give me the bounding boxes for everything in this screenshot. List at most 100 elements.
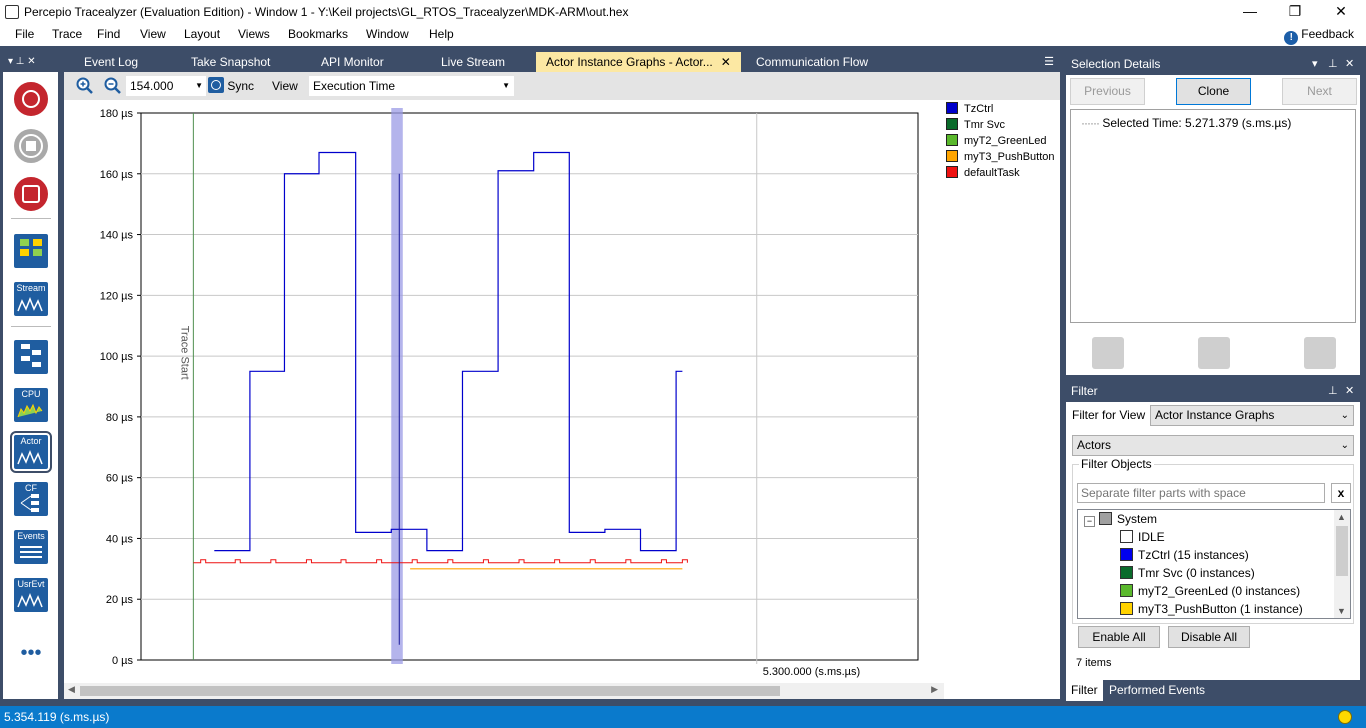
item-count: 7 items <box>1076 657 1112 669</box>
snapshot-button[interactable] <box>14 177 48 211</box>
filter-checkbox[interactable] <box>1120 584 1133 597</box>
object-list-scrollbar[interactable]: ▲ ▼ <box>1334 510 1350 618</box>
record-button[interactable] <box>14 82 48 116</box>
filter-object-item[interactable]: myT2_GreenLed (0 instances) <box>1120 582 1300 600</box>
filter-kind-select[interactable]: Actors ⌄ <box>1072 435 1354 456</box>
tree-item-label: System <box>1117 512 1158 526</box>
filter-checkbox[interactable] <box>1120 602 1133 615</box>
menu-help[interactable]: Help <box>429 27 454 41</box>
stop-button[interactable] <box>14 129 48 163</box>
tab-api-monitor[interactable]: API Monitor <box>311 52 394 72</box>
cf-tile[interactable]: CF <box>14 482 48 516</box>
filter-search-input[interactable] <box>1077 483 1325 503</box>
y-tick-label: 100 µs <box>100 351 134 363</box>
menu-views[interactable]: Views <box>238 27 270 41</box>
previous-button[interactable]: Previous <box>1070 78 1145 105</box>
filter-object-item[interactable]: Tmr Svc (0 instances) <box>1120 564 1255 582</box>
events-disabled-icon[interactable] <box>1304 337 1336 369</box>
trace-view-tile[interactable] <box>14 234 48 268</box>
pin-icon[interactable]: ⊥ <box>1328 53 1338 75</box>
actor-tile[interactable]: Actor <box>10 431 52 473</box>
zoom-out-icon[interactable] <box>104 77 122 95</box>
camera-icon <box>22 185 40 203</box>
zoom-in-icon[interactable] <box>76 77 94 95</box>
enable-all-button[interactable]: Enable All <box>1078 626 1160 648</box>
chart-legend: TzCtrl Tmr Svc myT2_GreenLed myT3_PushButto… <box>944 102 1060 182</box>
close-button[interactable]: ✕ <box>1318 0 1364 24</box>
flow-disabled-icon[interactable] <box>1092 337 1124 369</box>
disable-all-button[interactable]: Disable All <box>1168 626 1250 648</box>
menu-bookmarks[interactable]: Bookmarks <box>288 27 348 41</box>
user-events-tile[interactable]: UsrEvt <box>14 578 48 612</box>
scroll-down-icon[interactable]: ▼ <box>1337 606 1346 616</box>
close-icon[interactable]: ✕ <box>1345 53 1354 75</box>
filter-for-view-select[interactable]: Actor Instance Graphs ⌄ <box>1150 405 1354 426</box>
pin-icon[interactable]: ⊥ <box>1328 380 1338 402</box>
selection-details-header: Selection Details ▾ ⊥ ✕ <box>1066 53 1360 75</box>
menu-find[interactable]: Find <box>97 27 120 41</box>
selection-details-panel: Selection Details ▾ ⊥ ✕ Previous Clone N… <box>1066 53 1360 375</box>
tab-performed-events[interactable]: Performed Events <box>1104 680 1210 701</box>
clear-filter-button[interactable]: x <box>1331 483 1351 503</box>
x-tick-label: 5.300.000 (s.ms.µs) <box>763 666 860 678</box>
filter-checkbox[interactable] <box>1099 512 1112 525</box>
menu-window[interactable]: Window <box>366 27 409 41</box>
minimize-button[interactable]: — <box>1227 0 1273 24</box>
panel-menu-icon[interactable]: ▾ <box>1312 53 1318 75</box>
actor-instance-graph-view: 154.000 ▼ Sync View Execution Time ▼ 0 µs 2… <box>64 72 1060 699</box>
filter-object-item[interactable]: myT3_PushButton (1 instance) <box>1120 600 1303 618</box>
close-icon[interactable]: ✕ <box>1345 380 1354 402</box>
more-tools-button[interactable]: ••• <box>14 636 48 670</box>
y-tick-label: 160 µs <box>100 169 134 181</box>
execution-time-chart[interactable]: 0 µs 20 µs 40 µs 60 µs 80 µs 100 µs 120 µs 140 … <box>64 100 944 683</box>
zoom-level-select[interactable]: 154.000 ▼ <box>126 76 206 96</box>
legend-item-defaulttask[interactable]: defaultTask <box>944 166 1060 182</box>
filter-object-item[interactable]: IDLE <box>1120 528 1165 546</box>
trace-tile[interactable] <box>14 340 48 374</box>
sync-button[interactable]: Sync <box>206 76 258 96</box>
menu-view[interactable]: View <box>140 27 166 41</box>
scroll-thumb[interactable] <box>80 686 780 696</box>
next-button[interactable]: Next <box>1282 78 1357 105</box>
legend-item-tzctrl[interactable]: TzCtrl <box>944 102 1060 118</box>
menu-trace[interactable]: Trace <box>52 27 82 41</box>
feedback-icon: ! <box>1284 31 1299 45</box>
view-label: View <box>272 79 298 93</box>
time-selection[interactable] <box>391 108 403 664</box>
legend-item-myt3-pushbutton[interactable]: myT3_PushButton <box>944 150 1060 166</box>
legend-item-myt2-greenled[interactable]: myT2_GreenLed <box>944 134 1060 150</box>
scroll-left-icon[interactable]: ◀ <box>68 684 75 695</box>
tab-filter[interactable]: Filter <box>1066 680 1103 701</box>
menu-file[interactable]: File <box>15 27 34 41</box>
scroll-thumb[interactable] <box>1336 526 1348 576</box>
stream-tile[interactable]: Stream <box>14 282 48 316</box>
clone-button[interactable]: Clone <box>1176 78 1251 105</box>
view-metric-select[interactable]: Execution Time ▼ <box>309 76 514 96</box>
tab-live-stream[interactable]: Live Stream <box>431 52 515 72</box>
tab-list-icon[interactable]: ☰ <box>1044 55 1054 68</box>
filter-object-item[interactable]: TzCtrl (15 instances) <box>1120 546 1249 564</box>
view-metric-value: Execution Time <box>313 79 396 93</box>
tab-communication-flow[interactable]: Communication Flow <box>746 52 878 72</box>
legend-item-tmr-svc[interactable]: Tmr Svc <box>944 118 1060 134</box>
cpu-tile[interactable]: CPU <box>14 388 48 422</box>
y-tick-label: 20 µs <box>106 594 134 606</box>
maximize-button[interactable]: ❐ <box>1272 0 1318 24</box>
close-tab-icon[interactable]: ✕ <box>721 55 731 69</box>
collapse-icon[interactable]: − <box>1084 516 1095 527</box>
menu-layout[interactable]: Layout <box>184 27 220 41</box>
tree-root-system[interactable]: − System <box>1084 510 1157 528</box>
tab-take-snapshot[interactable]: Take Snapshot <box>181 52 280 72</box>
tab-actor-instance-graphs[interactable]: Actor Instance Graphs - Actor... ✕ <box>536 52 741 72</box>
scroll-right-icon[interactable]: ▶ <box>931 684 938 695</box>
scroll-up-icon[interactable]: ▲ <box>1337 512 1346 522</box>
filter-checkbox[interactable] <box>1120 530 1133 543</box>
feedback-button[interactable]: ! Feedback <box>1284 27 1354 45</box>
horizontal-scrollbar[interactable]: ◀ ▶ <box>64 683 944 699</box>
tab-event-log[interactable]: Event Log <box>74 52 148 72</box>
filter-checkbox[interactable] <box>1120 548 1133 561</box>
trace-disabled-icon[interactable] <box>1198 337 1230 369</box>
chevron-down-icon: ⌄ <box>1340 410 1349 421</box>
filter-checkbox[interactable] <box>1120 566 1133 579</box>
events-tile[interactable]: Events <box>14 530 48 564</box>
